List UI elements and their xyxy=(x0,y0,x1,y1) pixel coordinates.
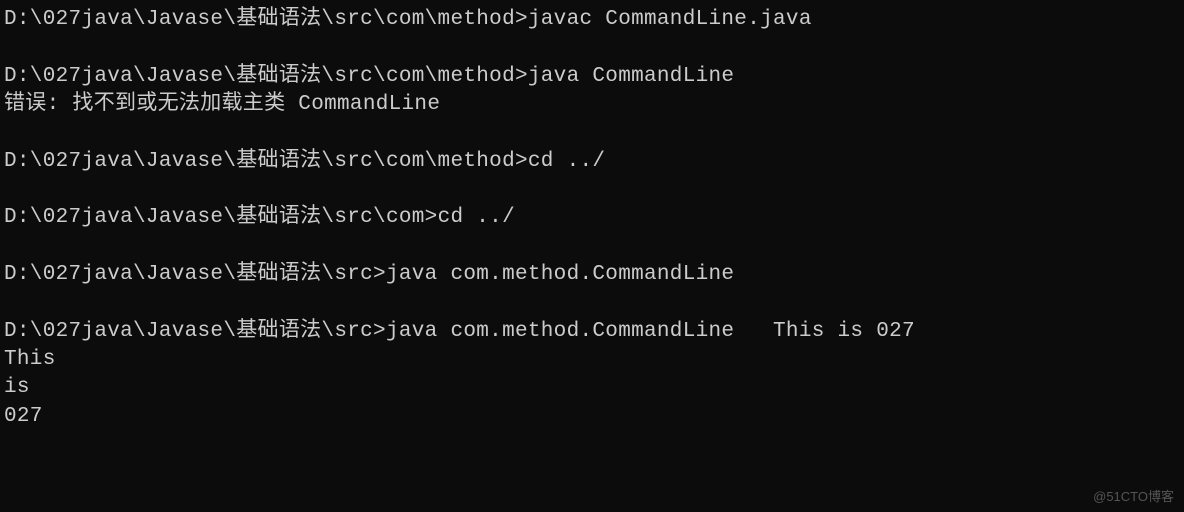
blank-line xyxy=(4,34,1180,62)
terminal-output[interactable]: D:\027java\Javase\基础语法\src\com\method>ja… xyxy=(4,6,1180,431)
watermark-label: @51CTO博客 xyxy=(1093,488,1174,506)
output-line: is xyxy=(4,374,1180,402)
command-line: D:\027java\Javase\基础语法\src\com\method>ja… xyxy=(4,6,1180,34)
command-line: D:\027java\Javase\基础语法\src\com\method>cd… xyxy=(4,148,1180,176)
command-text: java CommandLine xyxy=(528,65,734,88)
command-text: cd ../ xyxy=(438,206,515,229)
prompt: D:\027java\Javase\基础语法\src\com> xyxy=(4,206,438,229)
blank-line xyxy=(4,176,1180,204)
command-line: D:\027java\Javase\基础语法\src\com>cd ../ xyxy=(4,204,1180,232)
command-line: D:\027java\Javase\基础语法\src>java com.meth… xyxy=(4,261,1180,289)
command-line: D:\027java\Javase\基础语法\src>java com.meth… xyxy=(4,318,1180,346)
command-line: D:\027java\Javase\基础语法\src\com\method>ja… xyxy=(4,63,1180,91)
prompt: D:\027java\Javase\基础语法\src> xyxy=(4,263,386,286)
prompt: D:\027java\Javase\基础语法\src> xyxy=(4,320,386,343)
prompt: D:\027java\Javase\基础语法\src\com\method> xyxy=(4,150,528,173)
command-text: java com.method.CommandLine This is 027 xyxy=(386,320,915,343)
output-line: This xyxy=(4,346,1180,374)
command-text: cd ../ xyxy=(528,150,605,173)
output-line: 错误: 找不到或无法加载主类 CommandLine xyxy=(4,91,1180,119)
blank-line xyxy=(4,119,1180,147)
blank-line xyxy=(4,289,1180,317)
prompt: D:\027java\Javase\基础语法\src\com\method> xyxy=(4,8,528,31)
prompt: D:\027java\Javase\基础语法\src\com\method> xyxy=(4,65,528,88)
command-text: javac CommandLine.java xyxy=(528,8,812,31)
output-line: 027 xyxy=(4,403,1180,431)
blank-line xyxy=(4,233,1180,261)
command-text: java com.method.CommandLine xyxy=(386,263,734,286)
